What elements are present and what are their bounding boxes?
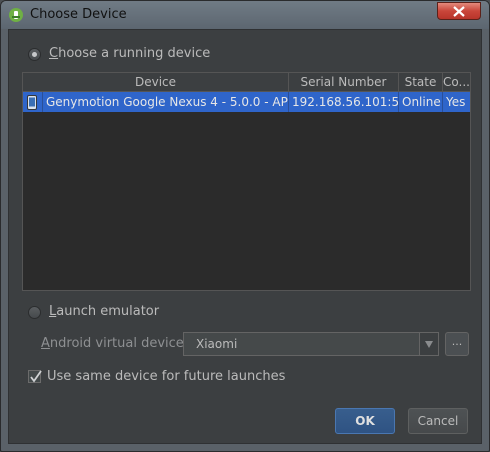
android-studio-icon [9, 8, 23, 22]
column-header-state[interactable]: State [399, 73, 443, 91]
running-device-label[interactable]: Choose a running device [49, 46, 210, 61]
state-cell: Online [399, 92, 443, 112]
table-row[interactable]: Genymotion Google Nexus 4 - 5.0.0 - API … [23, 92, 470, 112]
dialog-window: Choose Device Choose a running device De… [0, 0, 490, 452]
phone-icon [27, 95, 37, 110]
device-icon-cell [23, 92, 43, 112]
launch-emulator-label[interactable]: Launch emulator [49, 304, 159, 319]
device-table[interactable]: Device Serial Number State Co... Genymot… [22, 72, 471, 291]
dialog-content: Choose a running device Device Serial Nu… [8, 29, 482, 444]
avd-select[interactable]: Xiaomi [183, 332, 439, 356]
column-header-compatible[interactable]: Co... [443, 73, 470, 91]
avd-label: Android virtual device: [41, 336, 189, 351]
launch-emulator-radio[interactable] [28, 306, 41, 319]
compatible-cell: Yes [446, 95, 466, 109]
checkmark-icon [30, 370, 42, 383]
window-title: Choose Device [30, 7, 127, 22]
title-bar[interactable]: Choose Device [1, 1, 489, 29]
same-device-label[interactable]: Use same device for future launches [47, 369, 285, 384]
serial-number-cell: 192.168.56.101:5... [289, 92, 399, 112]
cancel-button[interactable]: Cancel [408, 408, 468, 434]
chevron-down-icon[interactable] [419, 333, 438, 355]
column-header-serial[interactable]: Serial Number [289, 73, 399, 91]
browse-avd-button[interactable]: ... [445, 332, 469, 356]
device-name-cell: Genymotion Google Nexus 4 - 5.0.0 - API [43, 92, 289, 112]
table-header: Device Serial Number State Co... [23, 73, 470, 92]
avd-select-value: Xiaomi [196, 337, 238, 351]
close-button[interactable] [437, 2, 481, 20]
ok-button[interactable]: OK [335, 408, 395, 434]
same-device-checkbox[interactable] [28, 370, 42, 383]
running-device-radio[interactable] [28, 48, 41, 61]
close-icon [453, 6, 465, 17]
column-header-device[interactable]: Device [23, 73, 289, 91]
